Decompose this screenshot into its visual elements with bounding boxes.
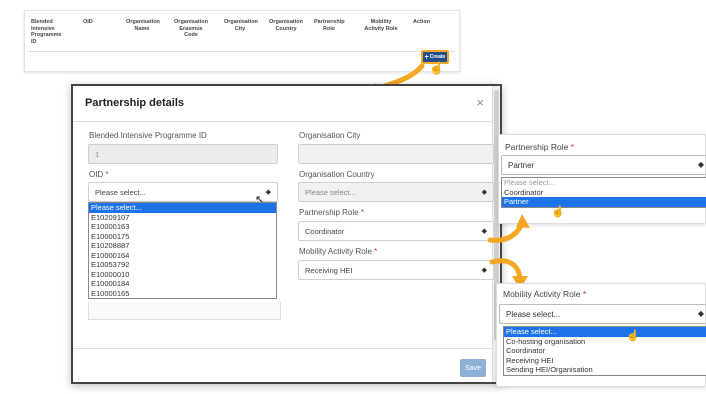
oid-option[interactable]: E10000184 [89,279,276,289]
select-arrow-icon: ◆ [697,309,704,318]
select-arrow-icon: ◆ [697,160,704,169]
create-button-label: Create [429,54,446,60]
oid-option[interactable]: Please select... [89,203,276,213]
oid-option[interactable]: E10208887 [89,241,276,251]
country-select[interactable]: Please select... ◆ [298,182,494,202]
mobility-option[interactable]: Please select... [504,327,706,337]
mobility-option[interactable]: Sending HEI/Organisation [504,365,706,375]
callout-mobility-select[interactable]: Please select... ◆ [499,304,706,324]
col-country: Organisation Country [269,19,303,32]
country-label: Organisation Country [299,170,375,179]
table-header-row: Blended Intensive Programme ID OID Organ… [31,19,453,49]
select-arrow-icon: ◆ [265,189,271,196]
partnership-option[interactable]: Partner [502,197,706,207]
oid-option[interactable]: E10000164 [89,251,276,261]
oid-option[interactable]: E10000163 [89,222,276,232]
mobility-role-select[interactable]: Receiving HEI ◆ [298,260,494,280]
oid-select[interactable]: Please select... ◆ [88,182,278,202]
modal-title: Partnership details [85,97,185,109]
callout-partnership-label: Partnership Role * [505,142,574,152]
oid-dropdown-list: Please select... E10209107 E10000163 E10… [88,202,277,299]
plus-icon: + [424,53,429,61]
pointer-hand-icon: ☝ [551,206,565,218]
modal-footer: Save [73,348,492,382]
select-arrow-icon: ◆ [481,267,487,274]
table-divider [29,51,455,52]
oid-option[interactable]: E10209107 [89,213,276,223]
modal-header: Partnership details × [73,86,492,122]
partnership-option[interactable]: Please select... [502,178,706,188]
col-mobility-role: Mobility Activity Role [364,19,398,32]
callout-partnership-list: Please select... Coordinator Partner [501,177,706,208]
oid-option[interactable]: E10000165 [89,289,276,299]
city-field[interactable] [298,144,494,164]
col-oid: OID [83,19,93,25]
callout-partnership-select[interactable]: Partner ◆ [501,155,706,175]
save-button[interactable]: Save [460,359,486,377]
col-city: Organisation City [224,19,258,32]
mobility-role-callout: Mobility Activity Role * Please select..… [496,283,706,387]
arrow-to-partnership-callout-icon [487,214,530,243]
oid-option[interactable]: E10000175 [89,232,276,242]
partnership-option[interactable]: Coordinator [502,188,706,198]
select-arrow-icon: ◆ [481,189,487,196]
oid-label: OID * [89,170,109,179]
col-action: Action [413,19,431,25]
partnership-role-label: Partnership Role * [299,208,364,217]
city-label: Organisation City [299,131,361,140]
oid-option[interactable]: E10053792 [89,260,276,270]
pointer-hand-icon: ☝ [429,61,444,75]
oid-option[interactable]: E10000010 [89,270,276,280]
callout-mobility-label: Mobility Activity Role * [503,289,587,299]
partnership-details-modal: Partnership details × Blended Intensive … [71,84,502,384]
mobility-option[interactable]: Co-hosting organisation [504,337,706,347]
mobility-option[interactable]: Receiving HEI [504,356,706,366]
hidden-field-remnant [88,302,281,320]
col-bip-id: Blended Intensive Programme ID [31,19,62,45]
col-org-name: Organisation Name [126,19,160,32]
bip-id-field: 1 [88,144,278,164]
bip-id-label: Blended Intensive Programme ID [89,131,207,140]
col-erasmus-code: Organisation Erasmus Code [174,19,208,38]
partnership-role-select[interactable]: Coordinator ◆ [298,221,494,241]
close-icon[interactable]: × [476,95,484,110]
mobility-option[interactable]: Coordinator [504,346,706,356]
col-partnership-role: Partnership Role [314,19,345,32]
mobility-role-label: Mobility Activity Role * [299,247,378,256]
partnership-role-callout: Partnership Role * Partner ◆ Please sele… [498,134,706,224]
pointer-hand-icon: ☝ [626,330,640,342]
callout-mobility-list: Please select... Co-hosting organisation… [503,326,706,376]
